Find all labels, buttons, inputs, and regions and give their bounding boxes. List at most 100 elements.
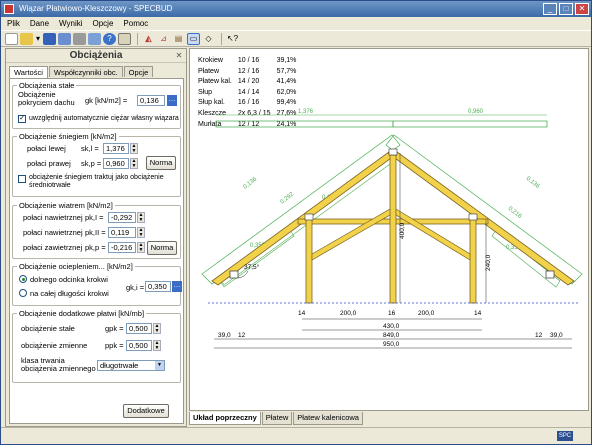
dim-430: 430,0 (383, 323, 400, 330)
wiatr-z-input[interactable]: -0,216 (108, 242, 136, 253)
save-icon[interactable] (43, 32, 56, 45)
menu-dane[interactable]: Dane (30, 17, 49, 30)
post-height-label: 400,0 (399, 222, 406, 239)
panel-close-icon[interactable]: ✕ (174, 51, 184, 61)
tab-uklad-poprzeczny[interactable]: Układ poprzeczny (189, 412, 261, 425)
rafter-right[interactable] (387, 148, 575, 286)
window-title: Wiązar Płatwiowo-Kleszczowy - SPECBUD (19, 4, 173, 13)
new-file-icon[interactable] (5, 32, 18, 45)
wiatr-n1-spinner[interactable]: ▲ ▼ (137, 212, 145, 223)
dod-stale-spinner[interactable]: ▲ ▼ (153, 323, 161, 334)
dim-14-right: 14 (474, 310, 482, 317)
snieg-norma-button[interactable]: Norma (146, 156, 176, 170)
menu-wyniki[interactable]: Wyniki (59, 17, 82, 30)
dead-load-left (201, 134, 401, 285)
wall-plate-right (545, 270, 555, 279)
ocieplenie-input[interactable]: 0,350 (145, 281, 171, 292)
dod-klasa-value: długotrwałe (100, 361, 139, 370)
dim-200-right: 200,0 (418, 310, 435, 317)
ocieplenie-cala-label: na całej długości krokwi (30, 289, 109, 298)
tab-platew[interactable]: Płatew (261, 412, 293, 425)
dropdown-arrow-icon[interactable]: ▾ (35, 33, 41, 45)
snieg-lewa-input[interactable]: 1,376 (103, 143, 129, 154)
dead-left-label: 0,136 (243, 176, 259, 190)
tab-wartosci[interactable]: Wartości (9, 66, 48, 78)
brace-right[interactable] (395, 208, 471, 261)
post-right[interactable] (469, 218, 477, 304)
post-center[interactable] (389, 154, 397, 304)
wiatr-norma-button[interactable]: Norma (147, 241, 177, 255)
dod-zmienne-spinner[interactable]: ▲ ▼ (153, 340, 161, 351)
snieg-lewa-symbol: sk,l = (81, 144, 99, 153)
brace-left[interactable] (311, 208, 391, 261)
load-values-icon[interactable]: ▭ (187, 32, 200, 45)
drawing-canvas[interactable]: Krokiew 10 / 16 39,1% Płatew 12 / 16 57,7% Pła… (189, 48, 589, 411)
open-folder-icon[interactable] (20, 32, 33, 45)
snieg-prawa-spinner[interactable]: ▲ ▼ (130, 158, 138, 169)
title-bar: Wiązar Płatwiowo-Kleszczowy - SPECBUD _ … (1, 1, 591, 17)
pokrycie-symbol: gk [kN/m2] = (85, 96, 128, 105)
tab-opcje[interactable]: Opcje (123, 66, 154, 77)
wiatr-z-symbol: pk,p = (85, 243, 106, 252)
dodatkowe-button[interactable]: Dodatkowe (123, 404, 169, 418)
dead-load-right (385, 134, 583, 285)
pokrycie-more-button[interactable]: … (167, 95, 177, 106)
print-preview-icon[interactable] (88, 32, 101, 45)
toolbar: ▾ ? ◭ ⊿ ▤ ▭ ◇ ↖? (1, 30, 591, 47)
right-height-label: 240,0 (485, 254, 492, 271)
report-icon[interactable] (118, 32, 131, 45)
group-dodatkowe-label: Obciążenie dodatkowe płatwi [kN/mb] (17, 309, 147, 318)
wiatr-n2-input[interactable]: 0,119 (108, 227, 136, 238)
dod-stale-input[interactable]: 0,500 (126, 323, 152, 334)
ocieplenie-dolny-label: dolnego odcinka krokwi (30, 275, 108, 284)
truss-drawing: 1,376 0,960 0,136 0,136 0,292 0,216 0,11… (201, 109, 583, 349)
tab-wspolczynniki[interactable]: Współczynniki obc. (48, 66, 123, 77)
minimize-button[interactable]: _ (543, 3, 557, 15)
help-icon[interactable]: ? (103, 32, 116, 45)
pokrycie-input[interactable]: 0,136 (137, 95, 165, 106)
dod-stale-label: obciążenie stałe (21, 324, 75, 333)
maximize-button[interactable]: □ (559, 3, 573, 15)
ocieplenie-more-button[interactable]: … (172, 281, 182, 292)
dod-klasa-select[interactable]: długotrwałe ▼ (97, 360, 165, 371)
wiatr-n1-input[interactable]: -0,292 (108, 212, 136, 223)
menu-pomoc[interactable]: Pomoc (123, 17, 148, 30)
dead-right-label: 0,136 (525, 176, 541, 190)
ocieplenie-cala-radio[interactable] (19, 289, 27, 297)
geometry-icon[interactable]: ◭ (142, 33, 155, 45)
tab-platew-kalenicowa[interactable]: Płatew kalenicowa (293, 412, 363, 425)
group-snieg-label: Obciążenie śniegiem [kN/m2] (17, 132, 119, 141)
snieg-prawa-input[interactable]: 0,960 (103, 158, 129, 169)
toolbar-separator (137, 32, 138, 45)
wiatr-n2-spinner[interactable]: ▲ ▼ (137, 227, 145, 238)
menu-plik[interactable]: Plik (7, 17, 20, 30)
app-icon (4, 4, 14, 14)
group-stale-label: Obciążenia stałe (17, 81, 77, 90)
print-icon[interactable] (73, 32, 86, 45)
snieg-lewa-spinner[interactable]: ▲ ▼ (130, 143, 138, 154)
close-button[interactable]: ✕ (575, 3, 589, 15)
ciezar-label: uwzględnij automatycznie ciężar własny w… (29, 115, 179, 122)
wiatr-n1-label: połaci nawietrznej (23, 213, 83, 222)
dim-200-left: 200,0 (340, 310, 357, 317)
wiatr-z-spinner[interactable]: ▲ ▼ (137, 242, 145, 253)
dod-zmienne-input[interactable]: 0,500 (126, 340, 152, 351)
view-icon[interactable]: ◇ (202, 33, 215, 45)
dod-zmienne-label: obciążenie zmienne (21, 341, 88, 350)
materials-icon[interactable]: ▤ (172, 33, 185, 45)
app-window: Wiązar Płatwiowo-Kleszczowy - SPECBUD _ … (0, 0, 592, 445)
menu-opcje[interactable]: Opcje (93, 17, 114, 30)
dim-14-left: 14 (298, 310, 306, 317)
context-help-icon[interactable]: ↖? (226, 33, 239, 45)
ocieplenie-dolny-radio[interactable] (19, 275, 27, 283)
group-wiatr-label: Obciążenie wiatrem [kN/m2] (17, 201, 115, 210)
wind-left-label: 0,292 (280, 191, 296, 205)
snieg-sredniotrwale-checkbox[interactable] (18, 175, 26, 183)
ciezar-checkbox[interactable]: ✓ (18, 115, 26, 123)
snieg-prawa-symbol: sk,p = (81, 159, 102, 168)
dim-39-left: 39,0 (218, 332, 231, 339)
angle-label: 37,5° (244, 263, 260, 271)
loads-icon[interactable]: ⊿ (157, 33, 170, 45)
save-as-icon[interactable] (58, 32, 71, 45)
post-left[interactable] (305, 218, 313, 304)
